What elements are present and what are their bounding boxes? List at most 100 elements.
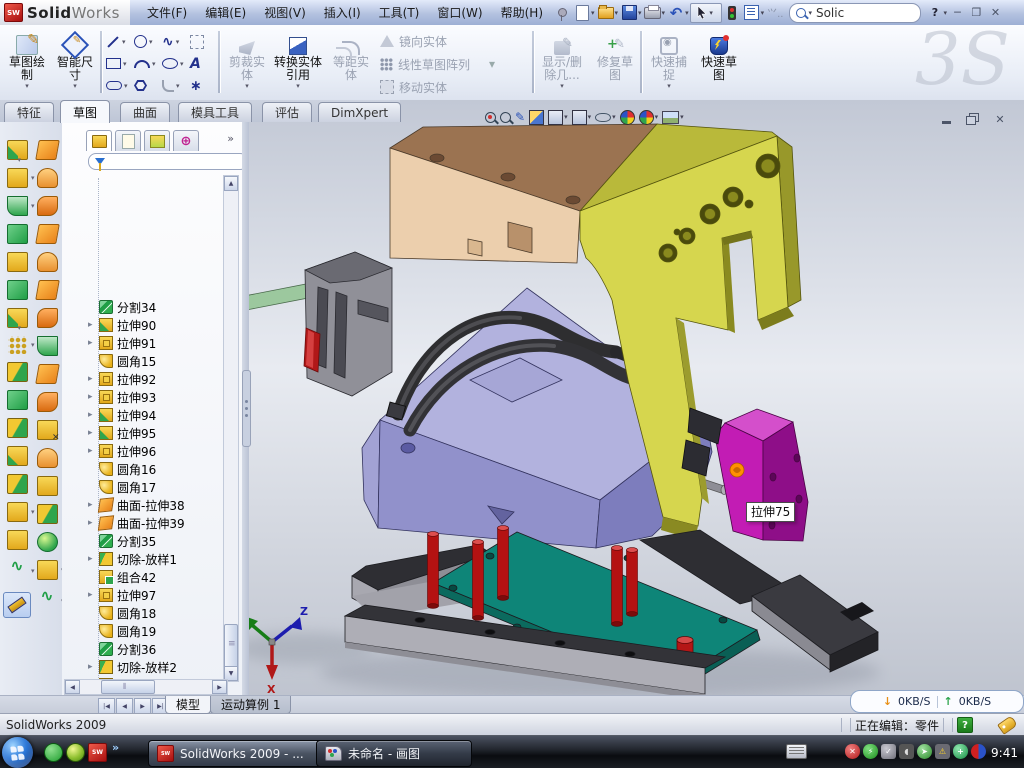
language-bar[interactable] bbox=[786, 744, 807, 759]
expand-arrow-icon[interactable]: ▸ bbox=[88, 554, 99, 564]
tree-item[interactable]: ▸拉伸92 bbox=[62, 370, 224, 388]
tab-propertymanager[interactable] bbox=[115, 130, 141, 151]
tool-icon[interactable] bbox=[7, 140, 28, 160]
quicklaunch-solidworks[interactable]: SW bbox=[88, 743, 107, 762]
tab-motion-study[interactable]: 运动算例 1 bbox=[210, 696, 291, 714]
sketch-fillet-tool[interactable]: ▾ bbox=[162, 75, 188, 96]
defender-shield-icon[interactable]: + bbox=[953, 744, 968, 759]
scroll-right-button[interactable]: ▶ bbox=[212, 680, 227, 694]
first-tab-button[interactable]: |◀ bbox=[98, 698, 115, 714]
tool-icon[interactable] bbox=[35, 224, 60, 244]
print-button[interactable] bbox=[644, 4, 662, 22]
view-setting-button[interactable]: ▾ bbox=[662, 111, 684, 124]
network-warning-icon[interactable]: ⚠ bbox=[935, 744, 950, 759]
pin-menu-icon[interactable] bbox=[553, 4, 571, 22]
graphics-area[interactable]: Y Z X ✎ ▾ ▾ ▾ ▾ ▾ ✕ 拉伸75 ⌂ bbox=[249, 100, 1024, 695]
tool-icon[interactable] bbox=[37, 168, 58, 188]
scrollbar-thumb[interactable] bbox=[224, 624, 238, 670]
splitter-handle[interactable] bbox=[242, 370, 251, 447]
tab-mold-tools[interactable]: 模具工具 bbox=[178, 102, 252, 122]
slot-tool[interactable]: ▾ bbox=[106, 75, 132, 96]
expand-arrow-icon[interactable]: ▸ bbox=[88, 662, 99, 672]
convert-entities-button[interactable]: 转换实体引用▾ bbox=[272, 29, 324, 90]
tree-item[interactable]: ▸拉伸94 bbox=[62, 406, 224, 424]
tool-icon[interactable] bbox=[7, 474, 28, 494]
panel-splitter[interactable] bbox=[242, 122, 249, 695]
tab-sketch[interactable]: 草图 bbox=[60, 100, 110, 123]
open-file-button[interactable] bbox=[597, 4, 615, 22]
tree-vertical-scrollbar[interactable]: ▲ ▼ bbox=[223, 175, 239, 682]
text-tool[interactable]: A bbox=[190, 53, 216, 74]
tab-configurationmanager[interactable] bbox=[144, 130, 170, 151]
manager-tabs-overflow[interactable]: » bbox=[227, 132, 234, 145]
options-dropdown[interactable]: ▾ bbox=[761, 9, 765, 17]
spline-tool[interactable]: ∿▾ bbox=[162, 31, 188, 52]
flag-ball-icon[interactable] bbox=[971, 744, 986, 759]
doc-minimize-button[interactable] bbox=[937, 112, 955, 126]
tab-features[interactable]: 特征 bbox=[4, 102, 54, 122]
tool-icon[interactable]: ∿ bbox=[38, 588, 57, 606]
tree-item[interactable]: ▸切除-放样2 bbox=[62, 658, 224, 676]
quicklaunch-overflow[interactable]: » bbox=[112, 741, 119, 754]
tool-icon[interactable] bbox=[37, 308, 58, 328]
undo-dropdown[interactable]: ▾ bbox=[685, 9, 689, 17]
tool-icon[interactable] bbox=[7, 196, 28, 216]
save-dropdown[interactable]: ▾ bbox=[638, 9, 642, 17]
quicklaunch-messenger[interactable] bbox=[44, 743, 63, 762]
select-dropdown[interactable]: ▾ bbox=[709, 9, 713, 17]
tool-icon[interactable] bbox=[37, 392, 58, 412]
sketch-dropdown[interactable]: ▾ bbox=[4, 82, 50, 90]
filter-tool-icon[interactable]: ⺍.. bbox=[767, 5, 783, 20]
rebuild-button[interactable] bbox=[723, 4, 741, 22]
tool-icon[interactable] bbox=[7, 446, 28, 466]
section-view-button[interactable] bbox=[529, 110, 544, 125]
quicklaunch-app[interactable] bbox=[66, 743, 85, 762]
scroll-up-button[interactable]: ▲ bbox=[224, 176, 238, 191]
tab-dimxpertmanager[interactable]: ⊕ bbox=[173, 130, 199, 151]
display-style-button[interactable]: ▾ bbox=[572, 110, 592, 125]
save-button[interactable] bbox=[620, 4, 638, 22]
search-dropdown[interactable]: ▾ bbox=[808, 9, 812, 17]
tab-featuremanager[interactable] bbox=[86, 130, 112, 151]
tree-item[interactable]: ▸曲面-拉伸38 bbox=[62, 496, 224, 514]
new-file-button[interactable] bbox=[573, 4, 591, 22]
tree-item[interactable]: ▸拉伸93 bbox=[62, 388, 224, 406]
tab-evaluate[interactable]: 评估 bbox=[262, 102, 312, 122]
sync-icon[interactable]: ➤ bbox=[917, 744, 932, 759]
point-tool[interactable]: ∗ bbox=[190, 75, 216, 96]
undo-button[interactable]: ↶ bbox=[667, 4, 685, 22]
sketch-button[interactable]: 草图绘制▾ bbox=[4, 29, 50, 90]
expand-arrow-icon[interactable]: ▸ bbox=[88, 428, 99, 438]
doc-close-button[interactable]: ✕ bbox=[991, 112, 1009, 126]
menu-tools[interactable]: 工具(T) bbox=[370, 4, 429, 21]
tree-item[interactable]: ▸组合42 bbox=[62, 568, 224, 586]
doc-restore-button[interactable] bbox=[964, 112, 982, 126]
options-button[interactable] bbox=[743, 4, 761, 22]
tree-item[interactable]: ▸圆角15 bbox=[62, 352, 224, 370]
tree-item[interactable]: ▸拉伸97 bbox=[62, 586, 224, 604]
scroll-left-button[interactable]: ◀ bbox=[65, 680, 80, 694]
tool-icon[interactable] bbox=[7, 530, 28, 550]
expand-arrow-icon[interactable]: ▸ bbox=[88, 410, 99, 420]
quick-tips-button[interactable]: ? bbox=[957, 717, 973, 733]
appearances-button[interactable] bbox=[620, 110, 635, 125]
antivirus-shield-icon[interactable]: ✕ bbox=[845, 744, 860, 759]
hide-show-items-button[interactable]: ▾ bbox=[595, 113, 616, 122]
menu-edit[interactable]: 编辑(E) bbox=[196, 4, 255, 21]
volume-icon[interactable]: ◖ bbox=[899, 744, 914, 759]
tab-surfaces[interactable]: 曲面 bbox=[120, 102, 170, 122]
tool-icon[interactable] bbox=[37, 336, 58, 356]
open-dropdown[interactable]: ▾ bbox=[615, 9, 619, 17]
tool-icon[interactable] bbox=[7, 390, 28, 410]
help-dropdown[interactable]: ▾ bbox=[943, 9, 947, 17]
menu-help[interactable]: 帮助(H) bbox=[492, 4, 552, 21]
tool-icon[interactable] bbox=[7, 308, 28, 328]
taskbar-clock[interactable]: 9:41 bbox=[991, 736, 1018, 768]
tree-item[interactable]: ▸曲面-拉伸39 bbox=[62, 514, 224, 532]
tool-icon[interactable] bbox=[7, 362, 28, 382]
measure-tool-button-pressed[interactable] bbox=[3, 592, 31, 618]
expand-arrow-icon[interactable]: ▸ bbox=[88, 446, 99, 456]
tree-item[interactable]: ▸拉伸95 bbox=[62, 424, 224, 442]
smart-dimension-button[interactable]: 智能尺寸▾ bbox=[52, 29, 98, 90]
tab-dimxpert[interactable]: DimXpert bbox=[318, 102, 401, 122]
